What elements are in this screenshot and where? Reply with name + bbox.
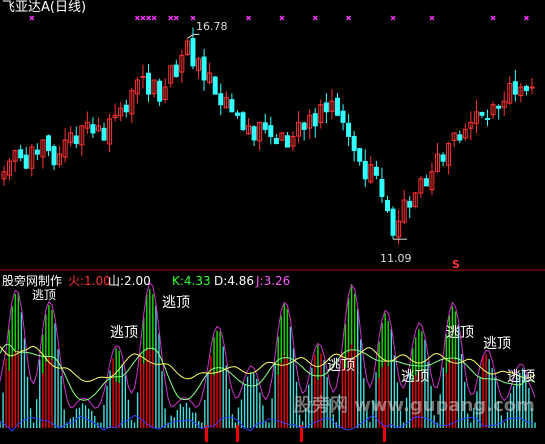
escape-top-signal: 逃顶 [32,288,57,302]
candle-down [218,93,224,106]
candle-down [146,72,152,95]
candle-down [379,179,385,197]
bottom-tick [236,425,239,442]
candle-down [485,118,491,121]
candle-down [373,166,379,176]
price-pointers [187,33,408,240]
d-value: 4.86 [227,274,255,288]
indicator-mountain: 山:2.00 [108,274,151,288]
bottom-tick [383,425,386,442]
candle-down [34,149,40,155]
candle-down [346,122,352,137]
candlestick-series [1,27,535,245]
candle-down [262,122,268,130]
fire-value: 1.00 [84,274,111,288]
candle-down [123,104,129,113]
candle-down [423,178,429,187]
candle-down [173,64,179,77]
candle-down [512,81,518,95]
candle-down [268,125,274,137]
candle-down [101,127,107,141]
escape-top-signal: 逃顶 [401,369,429,385]
candle-down [351,135,357,152]
escape-top-signal: 逃顶 [507,369,535,385]
candle-down [357,148,363,162]
candle-down [440,154,446,162]
candle-down [323,102,329,113]
candle-down [479,112,485,116]
candle-down [45,135,51,152]
j-value: 3.26 [263,274,291,288]
escape-top-signal: 逃顶 [327,358,355,374]
candle-down [23,154,29,169]
d-label: D: [214,274,228,288]
candle-down [340,110,346,123]
candle-down [18,149,24,159]
indicator-d: D:4.86 [214,274,254,288]
candle-down [240,112,246,130]
escape-top-signal: 逃顶 [110,325,138,341]
period-label: (日线) [49,0,87,15]
candle-down [362,160,368,180]
s-marker: S [452,258,460,271]
candle-up [529,86,535,89]
d-line [0,345,536,382]
escape-top-signal: 逃顶 [162,295,190,311]
candle-down [212,76,218,95]
escape-top-signal: 逃顶 [446,325,474,341]
indicator-lines [0,281,536,409]
candle-down [407,200,413,208]
candle-down [496,105,502,109]
j-line [0,281,536,409]
mountain-value: 2.00 [124,274,151,288]
candle-down [201,56,207,81]
watermark: 股旁网 www.gupang.com [294,395,535,416]
fire-label: 火: [68,274,85,288]
stock-name: 飞亚达A [2,0,50,15]
low-price-label: 11.09 [380,252,412,265]
candle-down [384,200,390,212]
candle-down [301,122,307,130]
k-label: K: [172,274,184,288]
candle-down [312,113,318,127]
candle-down [234,112,240,116]
indicator-j: J:3.26 [256,274,290,288]
indicator-fire: 火:1.00 [68,274,111,288]
candle-down [273,138,279,145]
mountain-label: 山: [108,274,125,288]
indicator-k: K:4.33 [172,274,211,288]
candle-down [251,126,257,141]
candle-down [51,146,57,166]
candle-down [284,135,290,148]
k-value: 4.33 [183,274,211,288]
candle-down [229,99,235,113]
escape-top-signal: 逃顶 [483,336,511,352]
candle-down [523,85,529,92]
j-label: J: [256,274,264,288]
candle-down [90,124,96,134]
high-price-label: 16.78 [196,20,228,33]
candle-down [457,134,463,141]
candle-down [157,80,163,102]
pink-x-markers [29,15,529,21]
candle-down [190,38,196,67]
chart-title: 飞亚达A(日线) [2,1,86,15]
candle-down [73,135,79,145]
candle-down [390,208,396,236]
candle-down [334,97,340,116]
candle-up [140,75,146,78]
chart-canvas [0,15,545,442]
